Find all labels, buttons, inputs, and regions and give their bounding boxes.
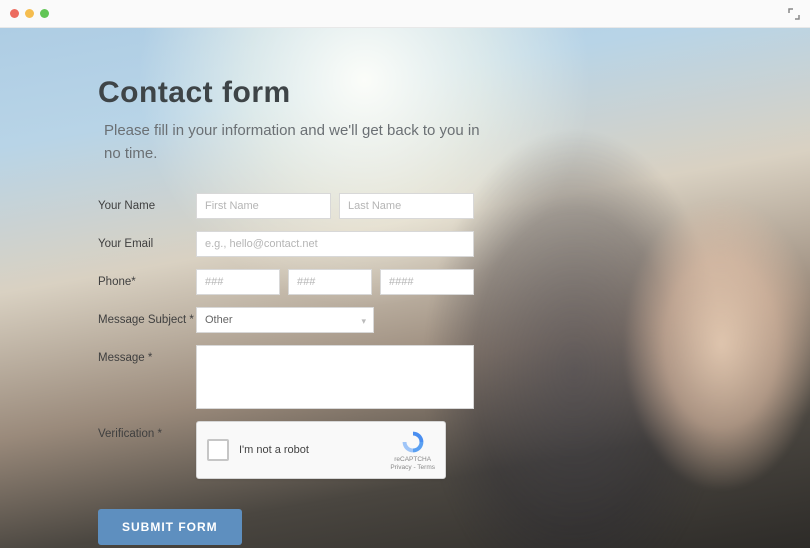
phone-row: Phone* xyxy=(98,269,810,295)
phone-part2-input[interactable] xyxy=(288,269,372,295)
page-viewport: Contact form Please fill in your informa… xyxy=(0,28,810,548)
recaptcha-widget: I'm not a robot reCAPTCHA Privacy - Term… xyxy=(196,421,446,479)
window-titlebar xyxy=(0,0,810,28)
email-row: Your Email xyxy=(98,231,810,257)
subject-select[interactable]: Other xyxy=(196,307,374,333)
page-title: Contact form xyxy=(98,76,810,110)
verification-label: Verification * xyxy=(98,421,196,440)
verification-row: Verification * I'm not a robot reCAPTCHA xyxy=(98,421,810,479)
page-subtitle: Please fill in your information and we'l… xyxy=(98,120,498,165)
name-row: Your Name xyxy=(98,193,810,219)
recaptcha-branding: reCAPTCHA Privacy - Terms xyxy=(390,429,435,470)
phone-part3-input[interactable] xyxy=(380,269,474,295)
expand-icon[interactable] xyxy=(788,8,800,23)
email-label: Your Email xyxy=(98,231,196,250)
recaptcha-label: I'm not a robot xyxy=(239,444,380,456)
message-textarea[interactable] xyxy=(196,345,474,409)
last-name-input[interactable] xyxy=(339,193,474,219)
minimize-window-button[interactable] xyxy=(25,9,34,18)
message-label: Message * xyxy=(98,345,196,364)
name-label: Your Name xyxy=(98,193,196,212)
close-window-button[interactable] xyxy=(10,9,19,18)
first-name-input[interactable] xyxy=(196,193,331,219)
phone-part1-input[interactable] xyxy=(196,269,280,295)
email-input[interactable] xyxy=(196,231,474,257)
recaptcha-logo-icon xyxy=(400,429,426,455)
message-row: Message * xyxy=(98,345,810,409)
submit-button[interactable]: SUBMIT FORM xyxy=(98,509,242,545)
contact-form: Your Name Your Email Phone* xyxy=(98,193,810,545)
subject-row: Message Subject * Other ▾ xyxy=(98,307,810,333)
phone-label: Phone* xyxy=(98,269,196,288)
recaptcha-checkbox[interactable] xyxy=(207,439,229,461)
traffic-lights xyxy=(10,9,49,18)
subject-label: Message Subject * xyxy=(98,307,196,326)
submit-row: SUBMIT FORM xyxy=(98,509,810,545)
maximize-window-button[interactable] xyxy=(40,9,49,18)
